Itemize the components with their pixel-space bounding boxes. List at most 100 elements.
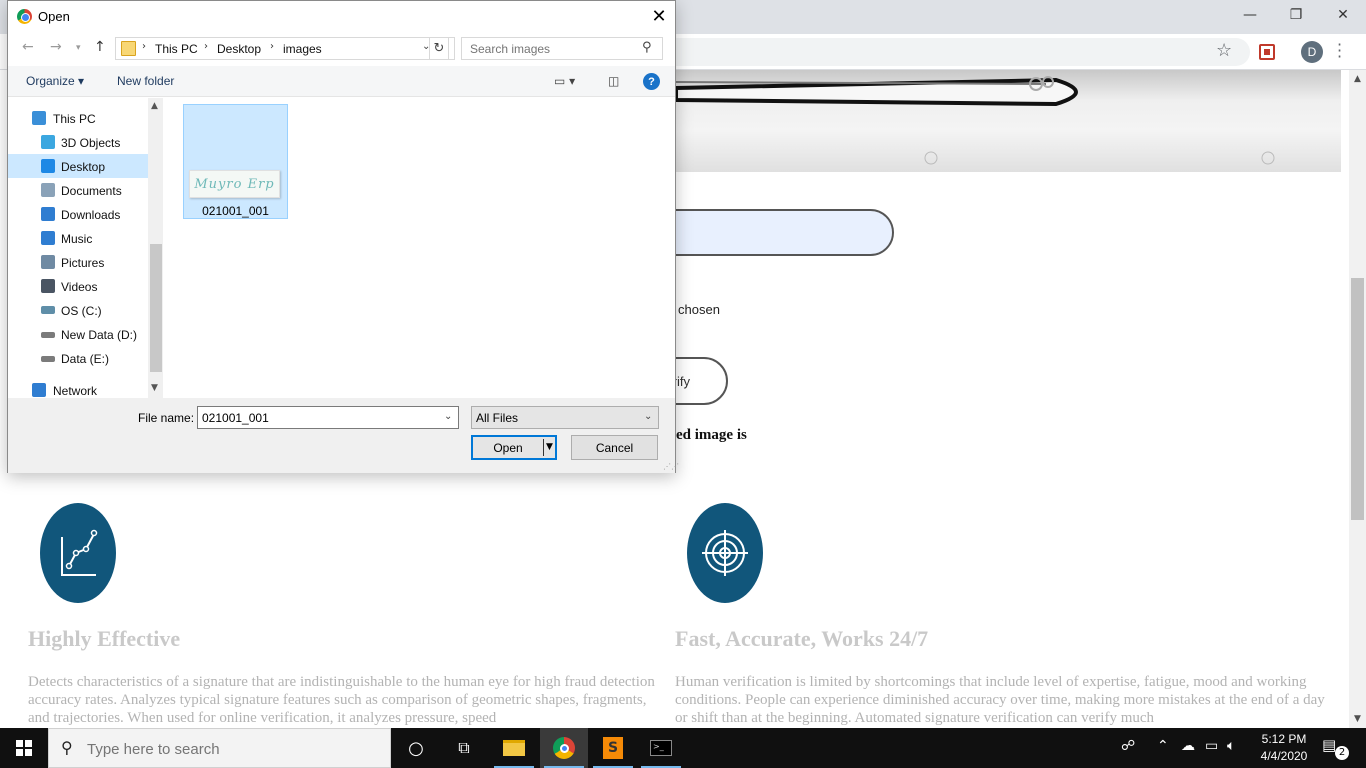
breadcrumb-images[interactable]: images [283,42,322,56]
nav-pane-scroll-thumb[interactable] [150,244,162,372]
chrome-icon [553,737,575,759]
dialog-title: Open [38,9,70,24]
desktop-icon [41,159,55,173]
cube-icon [41,135,55,149]
document-icon [41,183,55,197]
nav-item-os-c[interactable]: OS (C:) [8,298,148,322]
dialog-close-button[interactable]: ✕ [644,4,674,28]
nav-item-downloads[interactable]: Downloads [8,202,148,226]
open-button[interactable]: Open ▼ [471,435,557,460]
network-icon [32,383,46,397]
open-dropdown-icon[interactable]: ▼ [543,439,555,456]
file-name-input[interactable] [198,407,438,428]
cortana-icon[interactable]: ○ [392,728,440,768]
scroll-down-icon[interactable]: ▼ [151,383,158,393]
people-icon[interactable]: ☍ [1121,738,1135,754]
pen-banner-image [676,70,1341,172]
feature-title: Fast, Accurate, Works 24/7 [675,626,929,651]
clock-date: 4/4/2020 [1260,749,1308,763]
target-icon [702,530,748,576]
dialog-bottom-area: File name: ⌄ All Files ⌄ Open ▼ Cancel ⋰… [8,398,679,473]
search-images-input[interactable] [462,38,637,59]
open-button-label: Open [493,441,523,455]
chrome-icon [17,9,32,24]
battery-icon[interactable]: ▭ [1205,738,1218,754]
terminal-taskbar-button[interactable]: >_ [637,728,685,768]
chevron-down-icon: ⌄ [644,411,653,422]
nav-item-pictures[interactable]: Pictures [8,250,148,274]
scroll-down-icon[interactable]: ▼ [1351,714,1364,724]
nav-item-label: Music [61,232,93,246]
video-icon [41,279,55,293]
taskbar-search-box[interactable]: ⚲ [48,728,391,768]
file-name-field[interactable]: ⌄ [197,406,459,429]
scroll-up-icon[interactable]: ▲ [1351,74,1364,84]
recent-locations-icon[interactable]: ▾ [76,43,81,53]
close-window-button[interactable]: ✕ [1320,0,1366,30]
onedrive-icon[interactable]: ☁ [1181,738,1195,754]
chart-line-icon [61,529,98,576]
open-file-dialog: Open ✕ ← → ▾ ↑ › This PC › Desktop › ima… [7,0,679,473]
breadcrumb-this-pc[interactable]: This PC [155,42,198,56]
help-icon[interactable]: ? [643,73,660,90]
refresh-icon[interactable]: ↻ [429,37,449,60]
choose-file-input[interactable] [650,209,894,256]
profile-avatar[interactable]: D [1301,41,1323,63]
feature-description: Detects characteristics of a signature t… [28,674,655,726]
nav-item-data-e[interactable]: Data (E:) [8,346,148,370]
search-icon[interactable]: ⚲ [642,40,652,55]
file-item-021001-001[interactable]: Muyro Erp 021001_001 [183,104,288,219]
feature-icon-circle [687,503,763,603]
nav-item-music[interactable]: Music [8,226,148,250]
file-explorer-taskbar-button[interactable] [490,728,538,768]
cancel-button[interactable]: Cancel [571,435,658,460]
preview-pane-icon[interactable]: ◫ [608,74,619,88]
organize-button[interactable]: Organize ▾ [26,74,84,88]
chevron-down-icon[interactable]: ⌄ [444,411,452,422]
system-clock[interactable]: 5:12 PM 4/4/2020 [1250,731,1318,765]
task-view-icon[interactable]: ⧉ [440,728,488,768]
action-center-button[interactable]: ▤ 2 [1322,736,1349,760]
nav-item-3d-objects[interactable]: 3D Objects [8,130,148,154]
extension-icon[interactable] [1259,44,1275,60]
dialog-address-bar[interactable]: › This PC › Desktop › images ⌄ [115,37,455,60]
nav-item-label: Pictures [61,256,105,270]
nav-item-label: Network [53,384,98,398]
restore-button[interactable]: ❐ [1273,0,1319,30]
file-type-value: All Files [476,411,519,425]
forward-arrow-icon[interactable]: → [50,39,62,55]
nav-item-label: 3D Objects [61,136,121,150]
nav-item-desktop[interactable]: Desktop [8,154,148,178]
sublime-text-taskbar-button[interactable]: S [589,728,637,768]
file-type-select[interactable]: All Files ⌄ [471,406,659,429]
back-arrow-icon[interactable]: ← [22,39,34,55]
nav-item-new-data-d[interactable]: New Data (D:) [8,322,148,346]
taskbar-search-input[interactable] [87,738,377,760]
breadcrumb-desktop[interactable]: Desktop [217,42,261,56]
resize-grip-icon[interactable]: ⋰⋰ [663,462,679,471]
minimize-button[interactable]: — [1227,0,1273,30]
chrome-taskbar-button[interactable] [540,728,588,768]
sublime-text-icon: S [603,737,623,759]
nav-item-label: Downloads [61,208,121,222]
nav-item-videos[interactable]: Videos [8,274,148,298]
windows-logo-icon [16,740,32,756]
start-button[interactable] [0,728,48,768]
chevron-right-icon: › [142,41,146,52]
nav-item-this-pc[interactable]: This PC [8,106,148,130]
nav-item-documents[interactable]: Documents [8,178,148,202]
drive-icon [41,332,55,338]
nav-item-label: Desktop [61,160,106,174]
page-scroll-thumb[interactable] [1351,278,1364,520]
up-arrow-icon[interactable]: ↑ [94,39,106,55]
chevron-up-icon[interactable]: ⌃ [1157,738,1169,754]
nav-item-label: Data (E:) [61,352,110,366]
nav-item-label: This PC [53,112,96,126]
view-options-icon[interactable]: ▭ ▾ [554,74,575,88]
browser-menu-icon[interactable]: · · · [1337,37,1342,65]
scroll-up-icon[interactable]: ▲ [151,101,158,111]
new-folder-button[interactable]: New folder [117,74,174,88]
bookmark-star-icon[interactable]: ☆ [1216,40,1232,61]
search-images-box[interactable]: ⚲ [461,37,663,60]
volume-icon[interactable]: 🔈︎ [1227,738,1235,754]
